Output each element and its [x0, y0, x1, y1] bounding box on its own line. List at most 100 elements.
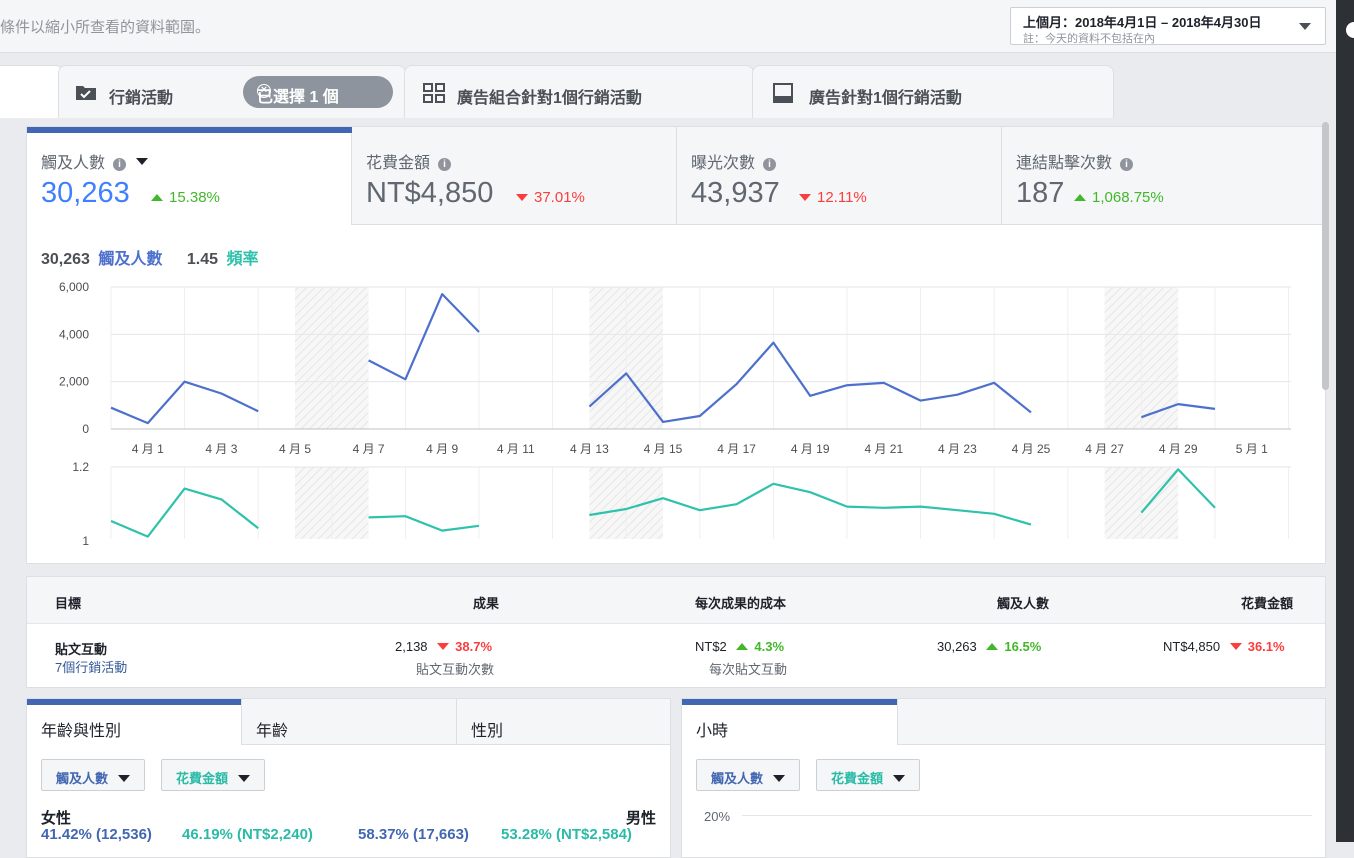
info-icon[interactable]: i	[113, 158, 127, 171]
header-reach: 觸及人數	[997, 596, 1050, 611]
x-tick-label: 4 月 9	[426, 442, 458, 456]
x-tick-label: 4 月 25	[1012, 442, 1051, 456]
dropdown-label: 花費金額	[176, 771, 229, 786]
date-range-picker[interactable]: 上個月：2018年4月1日 – 2018年4月30日 註：今天的資料不包括在內	[1010, 7, 1326, 45]
x-tick-label: 4 月 7	[353, 442, 385, 456]
performance-panel: 觸及人數 i 30,263 15.38% 花費金額 i NT$4,850 37.01…	[26, 126, 1327, 564]
reach-frequency-chart: 6,000 4,000 2,000 0 1.2 1 4 月 1 4 月 3 4 月 5 4 月 7…	[59, 280, 1291, 548]
y-tick-label: 0	[82, 422, 89, 436]
campaigns-link[interactable]: 7個行銷活動	[55, 657, 127, 676]
grid-line	[742, 815, 1312, 816]
right-sidebar-strip	[1336, 0, 1354, 842]
cost-value: NT$2 4.3%	[695, 639, 784, 654]
metric-value: NT$4,850	[366, 177, 494, 209]
cost-delta-text: 4.3%	[754, 639, 785, 654]
metric-label-text: 曝光次數	[691, 155, 756, 172]
metric-delta-text: 15.38%	[169, 189, 220, 206]
y-tick-label: 20%	[704, 809, 731, 824]
reach-delta-text: 16.5%	[1004, 639, 1042, 654]
tab-ads[interactable]: 廣告針對1個行銷活動	[752, 65, 1114, 118]
metric-impressions[interactable]: 曝光次數 i 43,937 12.11%	[677, 127, 1002, 225]
reach-series-line	[368, 292, 480, 381]
y-tick-label: 1.2	[72, 460, 89, 474]
info-icon[interactable]: i	[763, 158, 777, 171]
spend-delta-text: 36.1%	[1247, 639, 1285, 654]
tab-hour[interactable]: 小時	[682, 699, 898, 745]
arrow-down-icon	[1229, 643, 1242, 650]
tab-label: 小時	[696, 723, 729, 740]
filter-hint: 條件以縮小所查看的資料範圍。	[0, 19, 211, 36]
reach-dropdown[interactable]: 觸及人數	[41, 759, 146, 791]
info-icon[interactable]: i	[1120, 158, 1134, 171]
female-spend: 46.19% (NT$2,240)	[182, 826, 313, 843]
metric-label-text: 花費金額	[366, 155, 431, 172]
tab-adsets[interactable]: 廣告組合針對1個行銷活動	[404, 65, 754, 118]
tab-empty	[898, 699, 1325, 745]
metric-link-clicks[interactable]: 連結點擊次數 i 187 1,068.75%	[1002, 127, 1327, 225]
x-tick-label: 4 月 17	[717, 442, 756, 456]
chevron-down-icon[interactable]	[136, 158, 149, 165]
active-indicator	[27, 127, 352, 133]
tab-label: 年齡與性別	[41, 723, 122, 740]
ad-icon	[773, 83, 793, 103]
tab-account[interactable]	[0, 65, 62, 118]
metric-delta: 12.11%	[799, 189, 867, 206]
folder-check-icon	[76, 86, 96, 100]
info-icon[interactable]: i	[438, 158, 452, 171]
chevron-down-icon	[773, 775, 786, 782]
metric-label-text: 連結點擊次數	[1016, 155, 1113, 172]
reach-delta: 16.5%	[986, 639, 1041, 654]
spend-delta: 36.1%	[1229, 639, 1285, 654]
table-header: 目標 成果 每次成果的成本 觸及人數 花費金額	[27, 577, 1325, 624]
x-tick-label: 4 月 19	[791, 442, 830, 456]
tab-ads-label: 廣告針對1個行銷活動	[809, 90, 962, 107]
arrow-up-icon	[986, 643, 999, 650]
cost-sub: 每次貼文互動	[709, 662, 788, 677]
result-sub: 貼文互動次數	[416, 662, 495, 677]
metric-reach[interactable]: 觸及人數 i 30,263 15.38%	[27, 127, 352, 225]
x-tick-label: 4 月 21	[864, 442, 903, 456]
spend-value: NT$4,850 36.1%	[1163, 639, 1285, 654]
tab-age-gender[interactable]: 年齡與性別	[27, 699, 242, 745]
scrollbar[interactable]	[1322, 122, 1329, 390]
metric-value: 43,937	[691, 177, 780, 209]
close-icon[interactable]: ×	[257, 84, 271, 98]
dropdown-label: 觸及人數	[56, 771, 109, 786]
metric-delta: 15.38%	[151, 189, 220, 206]
metric-delta: 1,068.75%	[1074, 189, 1164, 206]
header-objective: 目標	[55, 596, 82, 611]
y-tick-label: 1	[82, 534, 89, 548]
selected-pill[interactable]: 已選擇 1 個 ×	[243, 76, 393, 108]
male-label: 男性	[625, 810, 656, 827]
reach-dropdown[interactable]: 觸及人數	[696, 759, 801, 791]
tab-label: 性別	[471, 723, 504, 740]
spend-dropdown[interactable]: 花費金額	[816, 759, 921, 791]
spend-value-text: NT$4,850	[1163, 639, 1221, 654]
metric-value: 30,263	[41, 177, 130, 209]
metric-delta-text: 37.01%	[534, 189, 585, 206]
header-cost: 每次成果的成本	[695, 596, 787, 611]
y-tick-label: 6,000	[59, 280, 89, 294]
chevron-down-icon	[1299, 23, 1311, 30]
result-value-text: 2,138	[395, 639, 428, 654]
objective-table: 目標 成果 每次成果的成本 觸及人數 花費金額 貼文互動 7個行銷活動 2,13…	[26, 576, 1326, 688]
tab-campaigns[interactable]: 行銷活動 已選擇 1 個 ×	[58, 65, 406, 118]
active-indicator	[682, 699, 897, 705]
demographics-card: 年齡與性別 年齡 性別 觸及人數 花費金額 女性 男性 41.42% (12,5…	[26, 698, 671, 858]
tab-age[interactable]: 年齡	[242, 699, 457, 745]
metric-delta-text: 12.11%	[817, 189, 867, 206]
arrow-up-icon	[736, 643, 749, 650]
objective-name: 貼文互動	[55, 642, 108, 657]
chevron-down-icon	[893, 775, 906, 782]
y-tick-label: 4,000	[59, 327, 89, 341]
frequency-series-line	[368, 515, 480, 532]
x-tick-label: 4 月 23	[938, 442, 977, 456]
dropdown-label: 觸及人數	[711, 771, 764, 786]
dropdown-label: 花費金額	[831, 771, 884, 786]
x-tick-label: 4 月 1	[132, 442, 164, 456]
chevron-down-icon	[118, 775, 131, 782]
metric-spend[interactable]: 花費金額 i NT$4,850 37.01%	[352, 127, 677, 225]
spend-dropdown[interactable]: 花費金額	[161, 759, 266, 791]
hourly-card: 小時 觸及人數 花費金額 20%	[681, 698, 1326, 858]
tab-gender[interactable]: 性別	[457, 699, 670, 745]
